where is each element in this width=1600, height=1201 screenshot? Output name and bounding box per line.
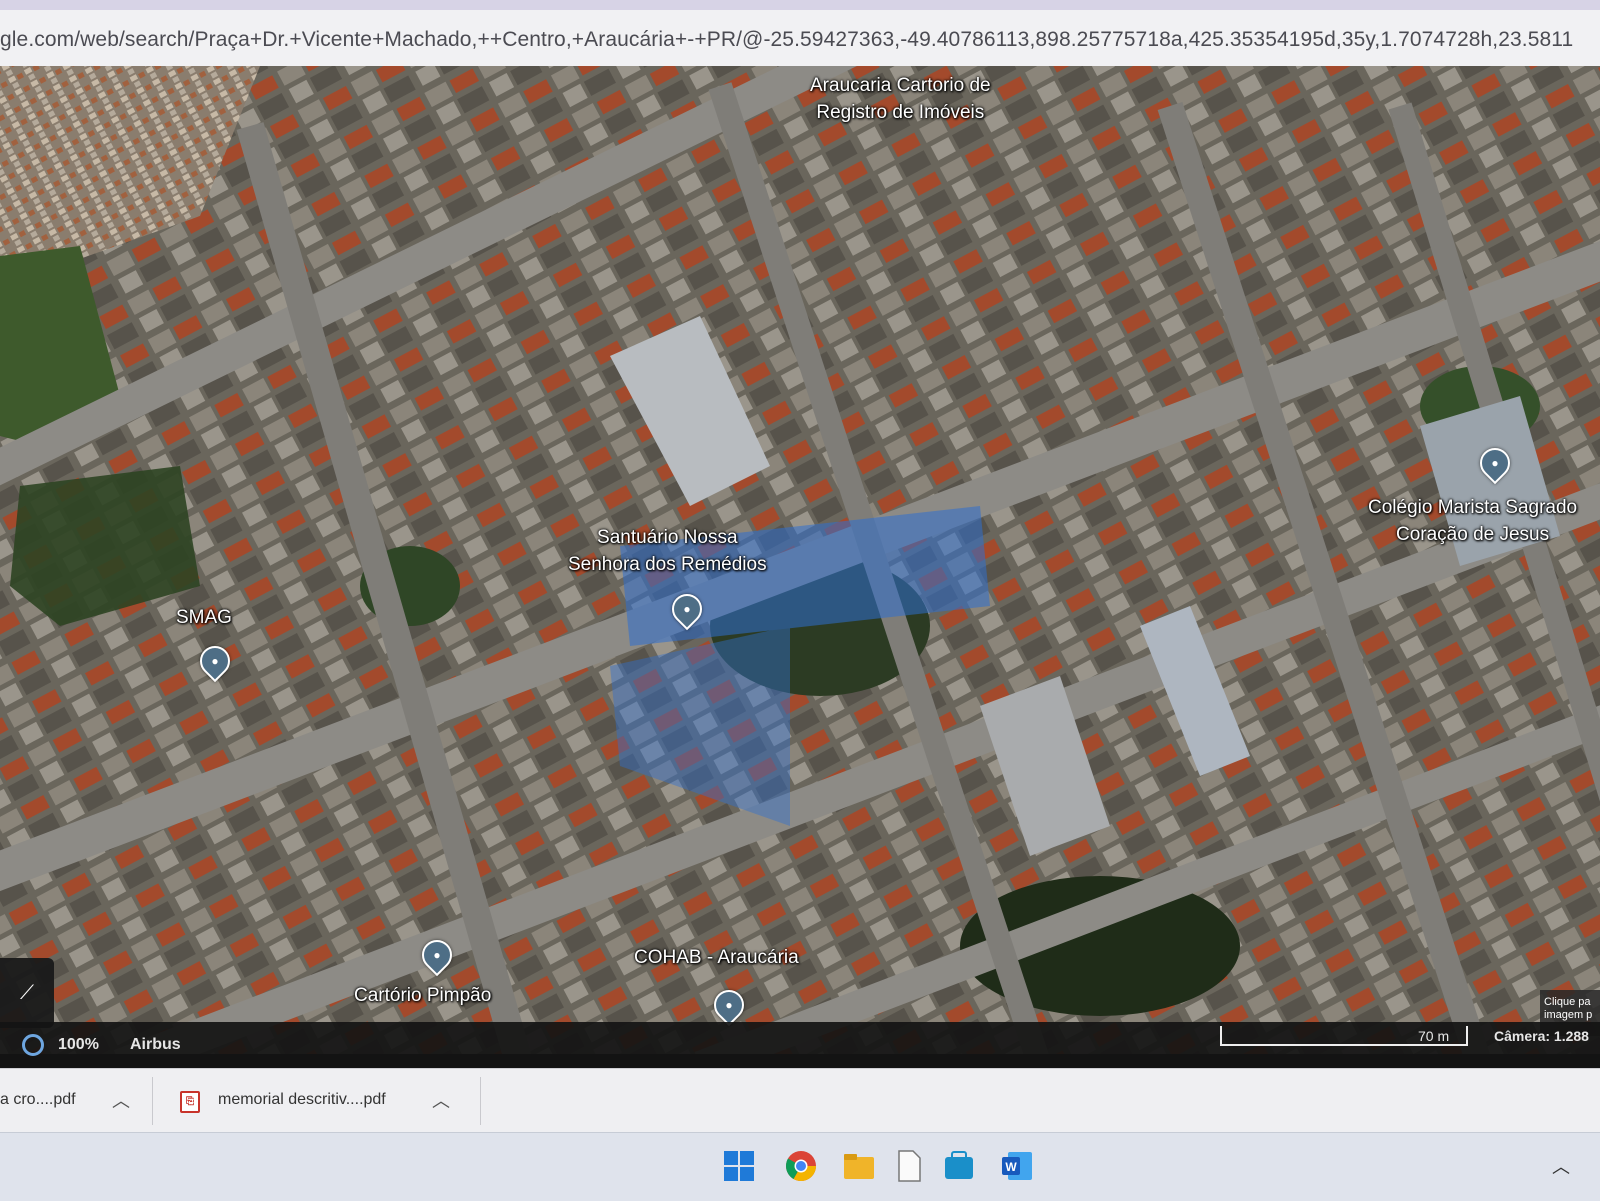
store-icon[interactable]	[942, 1149, 976, 1183]
label-cohab[interactable]: COHAB - Araucária	[634, 944, 799, 971]
label-colegio-marista[interactable]: Colégio Marista Sagrado Coração de Jesus	[1368, 494, 1577, 548]
path-tool-icon[interactable]: ⟋	[0, 958, 54, 1028]
map-status-bar: 100% Airbus 70 m Câmera: 1.288	[0, 1022, 1600, 1068]
shelf-divider	[480, 1077, 481, 1125]
download-file-name[interactable]: a cro....pdf	[0, 1091, 76, 1109]
pdf-file-icon: ⎘	[180, 1091, 200, 1113]
shelf-divider	[152, 1077, 153, 1125]
taskbar: W ︿	[0, 1132, 1600, 1201]
map-imagery	[0, 66, 1600, 1054]
download-file-name[interactable]: memorial descritiv....pdf	[218, 1091, 386, 1109]
zoom-percentage: 100%	[58, 1036, 99, 1053]
satellite-map[interactable]: Araucaria Cartorio de Registro de Imóvei…	[0, 66, 1600, 1054]
download-shelf: a cro....pdf ︿ ⎘ memorial descritiv....p…	[0, 1068, 1600, 1133]
imagery-credit: Airbus	[130, 1036, 181, 1053]
file-icon[interactable]	[892, 1149, 926, 1183]
windows-start-icon[interactable]	[722, 1149, 756, 1183]
word-icon[interactable]: W	[1000, 1149, 1034, 1183]
chrome-icon[interactable]	[784, 1149, 818, 1183]
scale-label: 70 m	[1418, 1028, 1450, 1044]
download-item-2[interactable]: ⎘ memorial descritiv....pdf ︿	[170, 1069, 470, 1133]
label-santuario[interactable]: Santuário Nossa Senhora dos Remédios	[568, 524, 767, 578]
tray-chevron-icon[interactable]: ︿	[1552, 1153, 1570, 1179]
svg-text:W: W	[1005, 1160, 1017, 1174]
loading-circle-icon	[22, 1034, 44, 1056]
chevron-up-icon[interactable]: ︿	[112, 1087, 130, 1113]
url-text[interactable]: gle.com/web/search/Praça+Dr.+Vicente+Mac…	[0, 28, 1573, 52]
download-item-1[interactable]: a cro....pdf ︿	[0, 1069, 150, 1133]
file-explorer-icon[interactable]	[842, 1149, 876, 1183]
camera-altitude: Câmera: 1.288	[1494, 1028, 1589, 1044]
chevron-up-icon[interactable]: ︿	[432, 1087, 450, 1113]
label-smag[interactable]: SMAG	[176, 604, 232, 631]
address-bar[interactable]: gle.com/web/search/Praça+Dr.+Vicente+Mac…	[0, 10, 1600, 67]
label-registro-imoveis[interactable]: Araucaria Cartorio de Registro de Imóvei…	[810, 72, 991, 126]
label-cartorio-pimpao[interactable]: Cartório Pimpão	[354, 982, 491, 1009]
